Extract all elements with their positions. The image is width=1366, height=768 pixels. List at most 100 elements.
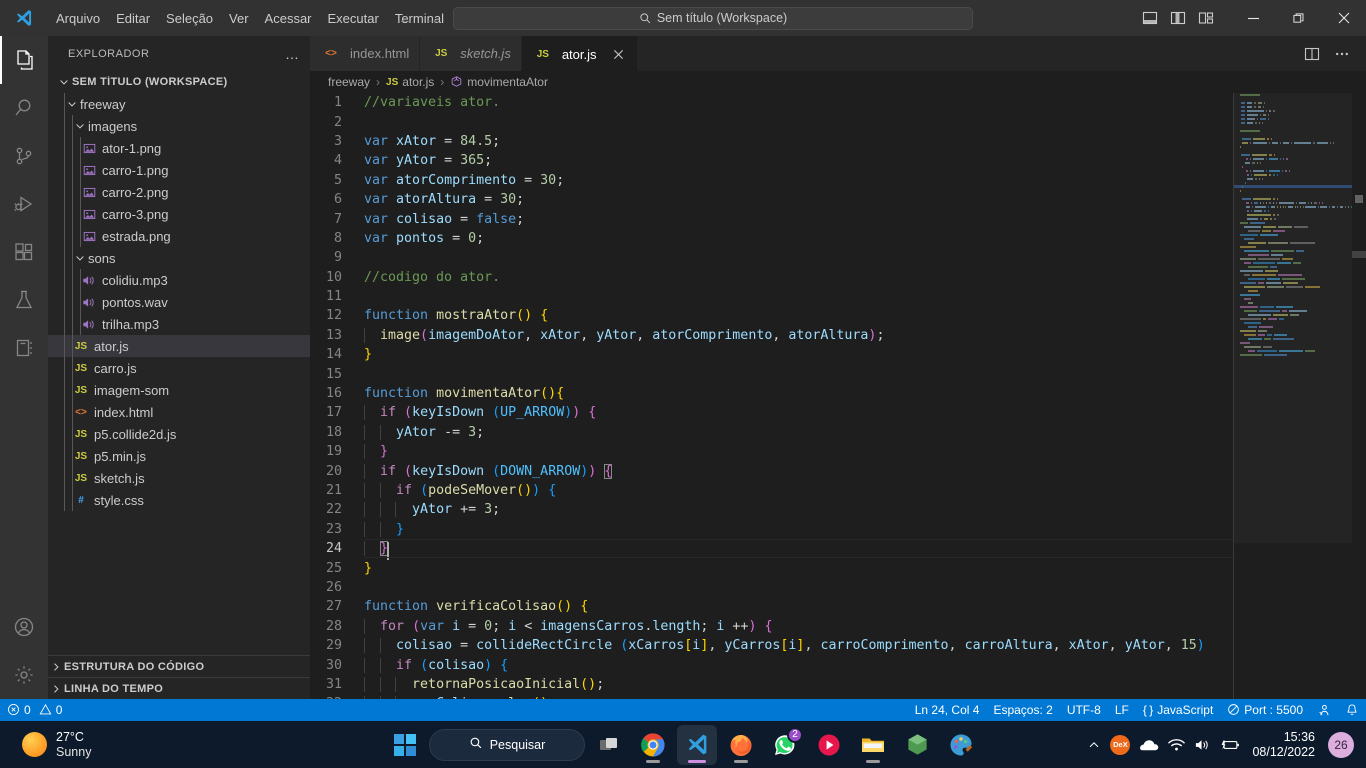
status-indentation[interactable]: Espaços: 2 (986, 699, 1059, 721)
code-line[interactable]: 20 if (keyIsDown (DOWN_ARROW)) { (310, 461, 1366, 480)
activity-source-control[interactable] (0, 132, 48, 180)
activity-settings-gear-icon[interactable] (0, 651, 48, 699)
menu-selecao[interactable]: Seleção (158, 8, 221, 29)
code-line[interactable]: 29 colisao = collideRectCircle (xCarros[… (310, 636, 1366, 655)
tree-file-colidiu-mp3[interactable]: colidiu.mp3 (48, 269, 310, 291)
dex-icon[interactable]: DeX (1110, 735, 1130, 755)
status-cursor-position[interactable]: Ln 24, Col 4 (908, 699, 987, 721)
wifi-icon[interactable] (1168, 738, 1185, 752)
sidebar-more-actions-icon[interactable]: … (285, 50, 300, 58)
menu-arquivo[interactable]: Arquivo (48, 8, 108, 29)
tree-file-carro-2-png[interactable]: carro-2.png (48, 181, 310, 203)
battery-charging-icon[interactable] (1220, 738, 1240, 752)
start-button[interactable] (385, 725, 425, 765)
code-line[interactable]: 10 //codigo do ator. (310, 268, 1366, 287)
activity-search[interactable] (0, 84, 48, 132)
split-editor-icon[interactable] (1298, 40, 1326, 68)
minimize-button[interactable] (1231, 0, 1276, 36)
menu-acessar[interactable]: Acessar (257, 8, 320, 29)
activity-accounts[interactable] (0, 603, 48, 651)
panel-estrutura-do-codigo[interactable]: ESTRUTURA DO CÓDIGO (48, 655, 310, 677)
status-encoding[interactable]: UTF-8 (1060, 699, 1108, 721)
menu-ver[interactable]: Ver (221, 8, 257, 29)
menu-executar[interactable]: Executar (320, 8, 387, 29)
tree-file-trilha-mp3[interactable]: trilha.mp3 (48, 313, 310, 335)
editor-scrollbar[interactable] (1352, 93, 1366, 699)
tree-file-carro-js[interactable]: JS carro.js (48, 357, 310, 379)
hexagon-icon[interactable] (897, 725, 937, 765)
close-button[interactable] (1321, 0, 1366, 36)
status-language[interactable]: { } JavaScript (1136, 699, 1220, 721)
code-line[interactable]: 18 yAtor -= 3; (310, 423, 1366, 442)
tree-file-p5-min-js[interactable]: JS p5.min.js (48, 445, 310, 467)
tree-file-carro-1-png[interactable]: carro-1.png (48, 159, 310, 181)
code-line[interactable]: 7 var colisao = false; (310, 209, 1366, 228)
code-line[interactable]: 5 var atorComprimento = 30; (310, 171, 1366, 190)
tree-file-style-css[interactable]: # style.css (48, 489, 310, 511)
status-problems[interactable]: 0 0 (0, 699, 69, 721)
code-line[interactable]: 6 var atorAltura = 30; (310, 190, 1366, 209)
tree-file-imagem-som[interactable]: JS imagem-som (48, 379, 310, 401)
notification-badge[interactable]: 26 (1328, 732, 1354, 758)
tree-file-ator-1-png[interactable]: ator-1.png (48, 137, 310, 159)
paint-palette-icon[interactable] (941, 725, 981, 765)
minimap[interactable] (1234, 93, 1352, 699)
tree-file-carro-3-png[interactable]: carro-3.png (48, 203, 310, 225)
file-explorer-folder-icon[interactable] (853, 725, 893, 765)
code-line[interactable]: 26 (310, 578, 1366, 597)
status-eol[interactable]: LF (1108, 699, 1136, 721)
speaker-icon[interactable] (1194, 738, 1211, 752)
menu-editar[interactable]: Editar (108, 8, 158, 29)
taskbar-clock[interactable]: 15:36 08/12/2022 (1249, 730, 1315, 760)
activity-notebook[interactable] (0, 324, 48, 372)
code-line[interactable]: 17 if (keyIsDown (UP_ARROW)) { (310, 403, 1366, 422)
whatsapp-icon[interactable]: 2 (765, 725, 805, 765)
chevron-up-icon[interactable] (1087, 738, 1101, 752)
editor-tab-sketch-js[interactable]: JS sketch.js (420, 36, 522, 71)
tree-file-sketch-js[interactable]: JS sketch.js (48, 467, 310, 489)
close-icon[interactable] (611, 46, 627, 62)
code-line[interactable]: 27 function verificaColisao() { (310, 597, 1366, 616)
tree-file-ator-js[interactable]: JS ator.js (48, 335, 310, 357)
code-line[interactable]: 12 function mostraAtor() { (310, 306, 1366, 325)
code-line[interactable]: 14} (310, 345, 1366, 364)
code-line[interactable]: 16 function movimentaAtor(){ (310, 384, 1366, 403)
code-line[interactable]: 25} (310, 558, 1366, 577)
toggle-panel-icon[interactable] (1137, 5, 1163, 31)
taskbar-search[interactable]: Pesquisar (429, 729, 585, 761)
code-line[interactable]: 23 } (310, 520, 1366, 539)
arrow-left-icon[interactable]: ← (393, 10, 419, 27)
tree-folder-freeway[interactable]: freeway (48, 93, 310, 115)
code-line[interactable]: 13 image(imagemDoAtor, xAtor, yAtor, ato… (310, 326, 1366, 345)
tree-folder-sons[interactable]: sons (48, 247, 310, 269)
status-live-server-port[interactable]: Port : 5500 (1220, 699, 1310, 721)
editor-tab-ator-js[interactable]: JS ator.js (522, 36, 638, 71)
activity-testing[interactable] (0, 276, 48, 324)
code-line[interactable]: 24 } (310, 539, 1366, 558)
code-line[interactable]: 21 if (podeSeMover()) { (310, 481, 1366, 500)
code-line[interactable]: 15 (310, 364, 1366, 383)
activity-run-debug[interactable] (0, 180, 48, 228)
breadcrumb-file[interactable]: JS ator.js (386, 75, 434, 89)
maximize-button[interactable] (1276, 0, 1321, 36)
arrow-right-icon[interactable]: → (419, 10, 445, 27)
tree-folder-imagens[interactable]: imagens (48, 115, 310, 137)
command-center[interactable]: Sem título (Workspace) (453, 7, 973, 30)
activity-explorer[interactable] (0, 36, 48, 84)
code-line[interactable]: 28 for (var i = 0; i < imagensCarros.len… (310, 617, 1366, 636)
code-line[interactable]: 8 var pontos = 0; (310, 229, 1366, 248)
breadcrumb-folder[interactable]: freeway (328, 75, 370, 89)
minimap-slider[interactable] (1234, 93, 1352, 543)
code-line[interactable]: 9 (310, 248, 1366, 267)
breadcrumb-symbol[interactable]: movimentaAtor (450, 75, 548, 89)
code-line[interactable]: 30 if (colisao) { (310, 655, 1366, 674)
toggle-sidebar-icon[interactable] (1165, 5, 1191, 31)
firefox-icon[interactable] (721, 725, 761, 765)
tree-file-estrada-png[interactable]: estrada.png (48, 225, 310, 247)
code-line[interactable]: 2 (310, 112, 1366, 131)
activity-extensions[interactable] (0, 228, 48, 276)
code-line[interactable]: 11 (310, 287, 1366, 306)
cloud-icon[interactable] (1139, 738, 1159, 752)
code-editor[interactable]: 1//variaveis ator. 2 3 var xAtor = 84.5; 4 va… (310, 93, 1366, 699)
tree-folder-sem-t-tulo-workspace[interactable]: SEM TÍTULO (WORKSPACE) (48, 71, 310, 93)
